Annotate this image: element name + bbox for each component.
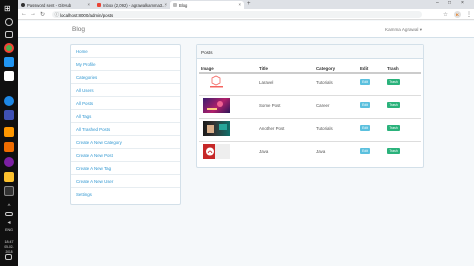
terminal-icon[interactable] [4,186,14,196]
post-title[interactable]: Java [259,149,268,154]
trash-button[interactable]: Trash [387,79,400,85]
sublime-icon[interactable] [4,127,14,137]
user-dropdown[interactable]: Kamma Agrawal ▾ [385,27,422,33]
gmail-icon [97,3,101,7]
windows-start-icon[interactable]: ⊞ [4,4,14,14]
url-input[interactable]: ⓘ localhost:8000/admin/posts [52,11,422,18]
post-category: Career [316,103,330,108]
language-indicator[interactable]: ENG [1,228,17,233]
sidebar-item-all-tags[interactable]: All Tags [71,110,180,123]
page-icon [173,3,177,7]
notifications-icon[interactable] [5,254,12,260]
sidebar-item-all-users[interactable]: All Users [71,84,180,97]
edit-button[interactable]: Edit [360,79,370,85]
trash-button[interactable]: Trash [387,102,400,108]
profile-initial: K [456,12,459,17]
windows-taskbar: ⊞ ^ ◂ ENG 18:47 05-02-2018 [0,0,18,266]
browser-menu-icon[interactable]: ⋮ [466,11,472,18]
chrome-icon[interactable] [4,43,14,53]
post-thumbnail-purple[interactable] [203,98,230,113]
column-header-edit: Edit [360,66,369,71]
column-header-title: Title [259,66,268,71]
xampp-icon[interactable] [4,157,14,167]
post-title[interactable]: Some Post [259,103,280,108]
window-close-button[interactable]: × [461,0,464,6]
post-title[interactable]: Another Post [259,126,284,131]
sidebar-item-all-posts[interactable]: All Posts [71,97,180,110]
task-view-icon[interactable] [5,31,13,38]
tab-gmail[interactable]: Inbox (2,092) - agrawalkamma3... × [94,1,170,9]
address-bar: ← → ↻ ⓘ localhost:8000/admin/posts ☆ K ⋮ [18,9,474,20]
post-thumbnail-teal[interactable] [203,121,230,136]
post-thumbnail-laravel[interactable] [203,75,230,90]
post-thumbnail-java[interactable] [203,144,230,159]
edit-button[interactable]: Edit [360,125,370,131]
info-icon[interactable]: ⓘ [55,12,60,18]
tab-title: Blog [179,2,188,8]
sidebar-item-my-profile[interactable]: My Profile [71,58,180,71]
edge-icon[interactable] [4,96,14,106]
battery-icon[interactable] [5,212,13,216]
clock-time[interactable]: 18:47 [1,240,17,245]
new-tab-button[interactable]: + [247,1,251,7]
forward-icon[interactable]: → [30,11,36,17]
photo-icon [207,124,227,133]
sidebar-item-trashed-posts[interactable]: All Trashed Posts [71,123,180,136]
search-icon[interactable] [5,18,13,26]
header-divider [199,72,421,74]
tab-title: Inbox (2,092) - agrawalkamma3... [103,2,166,8]
sidebar-item-create-category[interactable]: Create A New Category [71,136,180,149]
reload-icon[interactable]: ↻ [40,11,45,18]
store-icon[interactable] [4,57,14,67]
edit-button[interactable]: Edit [360,148,370,154]
maximize-button[interactable]: □ [448,0,451,6]
browser-window: Password sent - GitHub × Inbox (2,092) -… [18,0,474,266]
trash-button[interactable]: Trash [387,148,400,154]
sidebar-item-home[interactable]: Home [71,45,180,58]
minimize-button[interactable]: – [436,0,439,6]
app-icon[interactable] [4,110,14,120]
post-category: Tutorials [316,80,333,85]
url-text: localhost:8000/admin/posts [60,12,114,18]
app-icon-orange[interactable] [4,142,14,152]
brand-link[interactable]: Blog [72,26,85,33]
trash-button[interactable]: Trash [387,125,400,131]
row-divider [199,141,421,142]
row-divider [199,118,421,119]
edit-button[interactable]: Edit [360,102,370,108]
sidebar-item-categories[interactable]: Categories [71,71,180,84]
clock-date[interactable]: 05-02-2018 [1,245,17,254]
sidebar-item-create-post[interactable]: Create A New Post [71,149,180,162]
laravel-logo-icon [210,75,223,88]
row-divider [199,95,421,96]
tab-blog[interactable]: Blog × [170,1,244,9]
tab-strip: Password sent - GitHub × Inbox (2,092) -… [18,0,474,9]
profile-avatar[interactable]: K [454,11,461,18]
sidebar-menu: Home My Profile Categories All Users All… [70,44,181,205]
folder-icon[interactable] [4,172,14,182]
close-icon[interactable]: × [88,2,90,7]
sidebar-item-create-user[interactable]: Create A New User [71,175,180,188]
github-icon [21,3,25,7]
tab-title: Password sent - GitHub [27,2,72,8]
shopping-icon[interactable] [4,71,14,81]
close-icon[interactable]: × [165,2,167,7]
artwork-icon [207,101,223,110]
tab-github[interactable]: Password sent - GitHub × [18,1,93,9]
bookmark-star-icon[interactable]: ☆ [443,12,448,18]
close-icon[interactable]: × [239,2,241,7]
sidebar-item-create-tag[interactable]: Create A New Tag [71,162,180,175]
posts-heading: Posts [197,45,423,59]
java-logo-icon [206,147,214,156]
sidebar-item-settings[interactable]: Settings [71,188,180,201]
column-header-category: Category [316,66,336,71]
back-icon[interactable]: ← [21,11,27,17]
post-category: Java [316,149,326,154]
column-header-trash: Trash [387,66,399,71]
post-title[interactable]: Laravel [259,80,273,85]
column-header-image: Image [201,66,214,71]
posts-panel: Posts Image Title Category Edit Trash La… [196,44,424,168]
post-category: Tutorials [316,126,333,131]
app-navbar: Blog Kamma Agrawal ▾ [18,21,474,38]
